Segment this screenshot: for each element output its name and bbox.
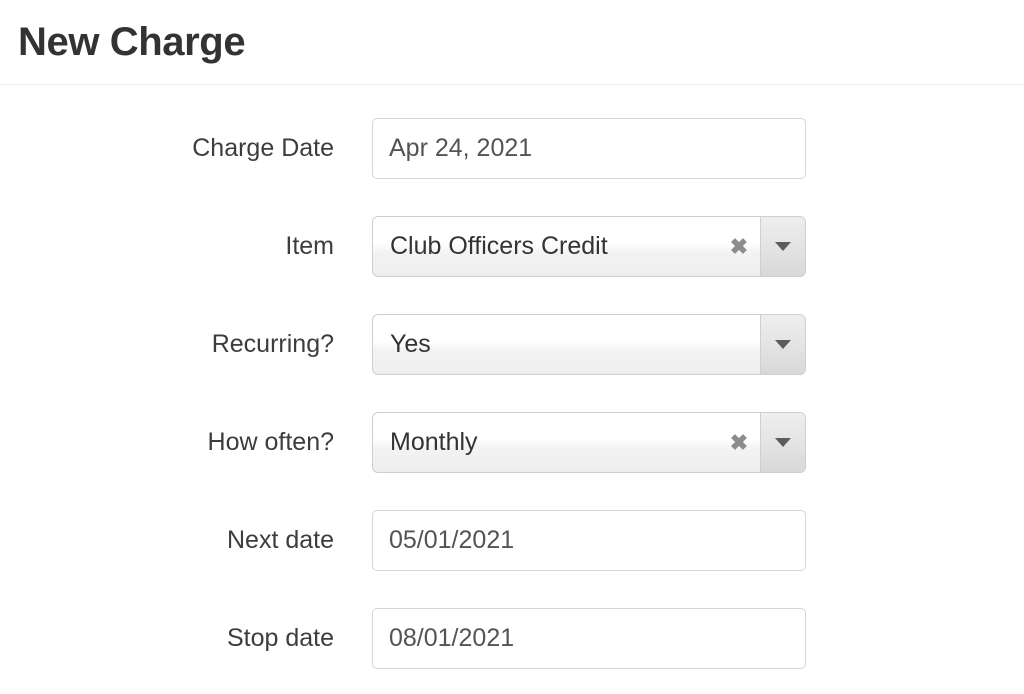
label-stop-date: Stop date [226, 624, 334, 652]
field-wrap-how-often: Monthly ✖ [372, 412, 806, 473]
chevron-down-glyph [775, 242, 791, 251]
recurring-select[interactable]: Yes [372, 314, 806, 375]
form-row-next-date: Next date 05/01/2021 [0, 510, 1024, 608]
how-often-selected-value: Monthly [390, 428, 478, 456]
field-wrap-recurring: Yes [372, 314, 806, 375]
item-select[interactable]: Club Officers Credit ✖ [372, 216, 806, 277]
how-often-chevron-down-icon[interactable] [760, 413, 805, 472]
new-charge-page: New Charge Charge Date Apr 24, 2021 Item Cl… [0, 0, 1024, 694]
item-chevron-down-icon[interactable] [760, 217, 805, 276]
form-row-how-often: How often? Monthly ✖ [0, 412, 1024, 510]
chevron-down-glyph [775, 340, 791, 349]
field-wrap-next-date: 05/01/2021 [372, 510, 806, 571]
form-row-recurring: Recurring? Yes [0, 314, 1024, 412]
label-how-often: How often? [207, 428, 334, 456]
label-charge-date: Charge Date [192, 134, 334, 162]
form-row-item: Item Club Officers Credit ✖ [0, 216, 1024, 314]
form-row-stop-date: Stop date 08/01/2021 [0, 608, 1024, 694]
field-wrap-item: Club Officers Credit ✖ [372, 216, 806, 277]
how-often-clear-icon[interactable]: ✖ [718, 413, 760, 472]
recurring-chevron-down-icon[interactable] [760, 315, 805, 374]
label-recurring: Recurring? [211, 330, 334, 358]
charge-date-input[interactable]: Apr 24, 2021 [372, 118, 806, 179]
field-wrap-charge-date: Apr 24, 2021 [372, 118, 806, 179]
item-clear-icon[interactable]: ✖ [718, 217, 760, 276]
stop-date-input[interactable]: 08/01/2021 [372, 608, 806, 669]
recurring-selected-value: Yes [390, 330, 431, 358]
page-header: New Charge [0, 0, 1024, 85]
label-item: Item [285, 232, 334, 260]
how-often-select[interactable]: Monthly ✖ [372, 412, 806, 473]
item-selected-value: Club Officers Credit [390, 232, 608, 260]
page-title: New Charge [18, 20, 246, 64]
new-charge-form: Charge Date Apr 24, 2021 Item Club Officers… [0, 85, 1024, 694]
field-wrap-stop-date: 08/01/2021 [372, 608, 806, 669]
form-row-charge-date: Charge Date Apr 24, 2021 [0, 118, 1024, 216]
label-next-date: Next date [226, 526, 334, 554]
next-date-input[interactable]: 05/01/2021 [372, 510, 806, 571]
chevron-down-glyph [775, 438, 791, 447]
